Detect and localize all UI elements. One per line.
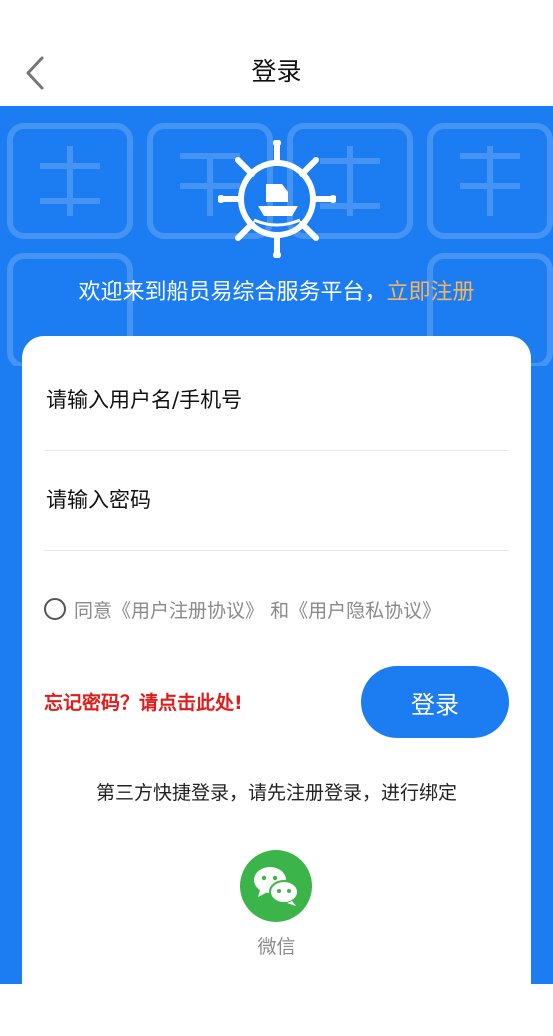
- login-card: 同意《用户注册协议》 和《用户隐私协议》 忘记密码？请点击此处! 登录 第三方快…: [22, 336, 531, 1036]
- agree-radio[interactable]: [44, 598, 66, 620]
- wechat-icon: [254, 867, 299, 906]
- privacy-agreement-link[interactable]: 《用户隐私协议》: [289, 600, 441, 622]
- password-field: [44, 450, 509, 551]
- wechat-label: 微信: [257, 936, 296, 958]
- register-link[interactable]: 立即注册: [387, 280, 475, 305]
- ship-wheel-logo-icon: [218, 140, 336, 258]
- forgot-password-link[interactable]: 忘记密码？请点击此处!: [44, 688, 243, 715]
- welcome-message: 欢迎来到船员易综合服务平台，立即注册: [0, 276, 553, 310]
- welcome-text: 欢迎来到船员易综合服务平台，: [78, 280, 387, 305]
- user-agreement-link[interactable]: 《用户注册协议》: [112, 600, 264, 622]
- page-title: 登录: [251, 57, 302, 86]
- agreement-row: 同意《用户注册协议》 和《用户隐私协议》: [44, 594, 441, 624]
- navigation-bar: 登录: [0, 0, 553, 106]
- wechat-login-button[interactable]: [240, 850, 312, 922]
- login-button[interactable]: 登录: [361, 666, 509, 738]
- username-field: [44, 350, 509, 451]
- agree-prefix: 同意: [74, 599, 113, 622]
- password-input[interactable]: [46, 450, 501, 550]
- username-input[interactable]: [46, 350, 501, 450]
- and-text: 和: [270, 599, 290, 622]
- third-party-hint: 第三方快捷登录，请先注册登录，进行绑定: [95, 782, 457, 804]
